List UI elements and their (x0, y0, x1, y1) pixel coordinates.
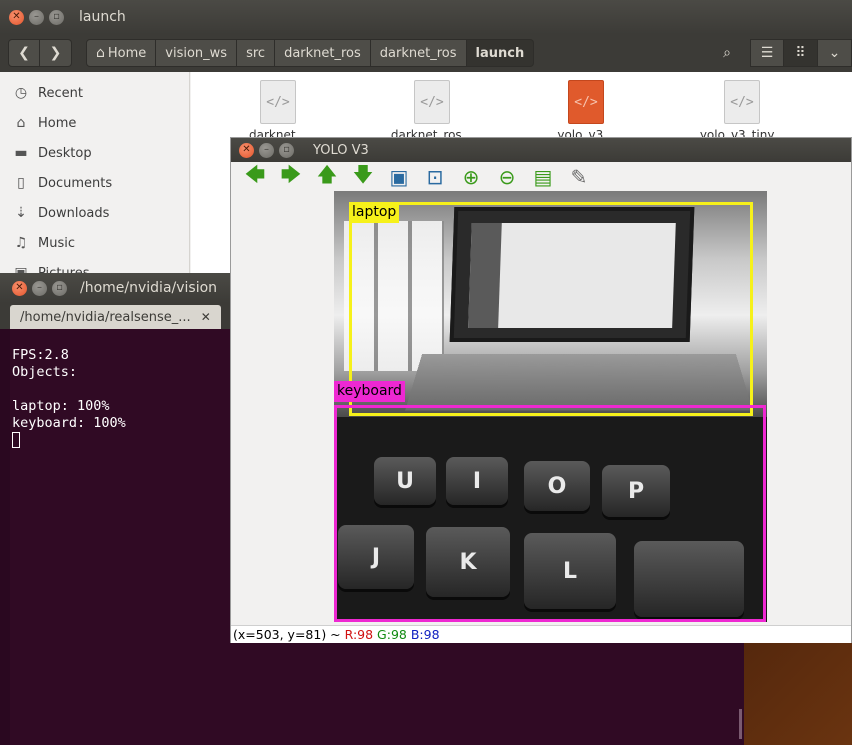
forward-button[interactable]: ❯ (40, 39, 72, 67)
chevron-left-icon: ❮ (18, 45, 30, 61)
zoom-in-icon[interactable]: ⊕ (453, 164, 489, 190)
file-item[interactable]: </> yolo_v3_tiny... (682, 80, 802, 142)
minimize-window-icon[interactable]: – (29, 9, 44, 25)
folder-icon: ▬ (14, 145, 28, 161)
code-file-icon: </> (414, 80, 450, 124)
pixel-status-bar: (x=503, y=81) ~ R:98 G:98 B:98 (231, 625, 851, 643)
terminal-scrollbar[interactable] (739, 709, 742, 739)
save-icon[interactable]: ▤ (525, 164, 561, 190)
breadcrumb-darknet-ros-1[interactable]: darknet_ros (275, 39, 371, 67)
maximize-window-icon[interactable]: ▫ (52, 280, 67, 296)
laptop-label: laptop (349, 202, 400, 223)
download-icon: ⇣ (15, 205, 27, 221)
minimize-window-icon[interactable]: – (259, 142, 274, 158)
minimize-window-icon[interactable]: – (32, 280, 47, 296)
arrow-right-icon[interactable]: 🡆 (273, 162, 309, 190)
search-button[interactable]: ⌕ (710, 39, 744, 67)
chevron-down-icon: ⌄ (828, 45, 841, 61)
red-value: R:98 (344, 627, 374, 642)
sidebar-item-desktop[interactable]: ▬ Desktop (0, 138, 189, 168)
yolo-title: YOLO V3 (313, 142, 369, 158)
brush-icon[interactable]: ✎ (561, 164, 597, 190)
list-view-button[interactable]: ☰ (750, 39, 784, 67)
grid-view-icon: ⠿ (795, 45, 806, 61)
breadcrumb-home[interactable]: ⌂ Home (86, 39, 157, 67)
file-manager-titlebar: ✕ – ▫ launch (0, 0, 852, 34)
home-icon: ⌂ (16, 115, 26, 131)
breadcrumb: ⌂ Home vision_ws src darknet_ros darknet_… (86, 39, 535, 67)
keyboard-bounding-box (334, 405, 766, 622)
sidebar-item-documents[interactable]: ▯ Documents (0, 168, 189, 198)
image-icon[interactable]: ▣ (381, 164, 417, 190)
sidebar-item-recent[interactable]: ◷ Recent (0, 78, 189, 108)
file-item[interactable]: </> darknet... (218, 80, 338, 142)
sidebar-item-home[interactable]: ⌂ Home (0, 108, 189, 138)
breadcrumb-launch[interactable]: launch (466, 39, 535, 67)
terminal-cursor (12, 432, 20, 448)
cursor-coords: (x=503, y=81) ~ (233, 627, 341, 642)
green-value: G:98 (377, 627, 407, 642)
code-file-icon: </> (260, 80, 296, 124)
arrow-left-icon[interactable]: 🡄 (237, 162, 273, 190)
terminal-edge (0, 329, 10, 745)
detection-image[interactable]: U I O P J K L laptop keyboard (334, 191, 767, 622)
document-icon: ▯ (17, 175, 25, 191)
zoom-out-icon[interactable]: ⊖ (489, 164, 525, 190)
close-window-icon[interactable]: ✕ (239, 142, 254, 158)
yolo-titlebar: ✕ – ▫ YOLO V3 (231, 138, 851, 162)
sidebar-item-music[interactable]: ♫ Music (0, 228, 189, 258)
terminal-tab[interactable]: /home/nvidia/realsense_... ✕ (10, 305, 221, 329)
file-manager-title: launch (79, 9, 126, 25)
code-file-icon-orange: </> (568, 80, 604, 124)
file-item[interactable]: </> darknet_ros... (372, 80, 492, 142)
grid-view-button[interactable]: ⠿ (784, 39, 818, 67)
blue-value: B:98 (410, 627, 440, 642)
arrow-down-icon[interactable]: 🡇 (345, 162, 381, 190)
breadcrumb-vision-ws[interactable]: vision_ws (156, 39, 238, 67)
search-icon: ⌕ (723, 45, 731, 61)
terminal-title: /home/nvidia/vision (80, 280, 218, 296)
view-options-button[interactable]: ⌄ (818, 39, 852, 67)
close-tab-icon[interactable]: ✕ (201, 310, 211, 324)
back-button[interactable]: ❮ (8, 39, 40, 67)
home-icon: ⌂ (96, 45, 105, 61)
close-window-icon[interactable]: ✕ (9, 9, 24, 25)
image-toolbar: 🡄 🡆 🡅 🡇 ▣ ⊡ ⊕ ⊖ ▤ ✎ (231, 162, 851, 192)
laptop-bounding-box (349, 202, 753, 416)
list-view-icon: ☰ (760, 45, 774, 61)
arrow-up-icon[interactable]: 🡅 (309, 162, 345, 190)
maximize-window-icon[interactable]: ▫ (279, 142, 294, 158)
close-window-icon[interactable]: ✕ (12, 280, 27, 296)
sidebar-item-downloads[interactable]: ⇣ Downloads (0, 198, 189, 228)
yolo-window: ✕ – ▫ YOLO V3 🡄 🡆 🡅 🡇 ▣ ⊡ ⊕ ⊖ ▤ ✎ U I O (230, 137, 852, 643)
clock-icon: ◷ (14, 85, 28, 101)
breadcrumb-src[interactable]: src (237, 39, 276, 67)
toolbar-right: ⌕ ☰ ⠿ ⌄ (710, 34, 852, 72)
chevron-right-icon: ❯ (49, 45, 62, 61)
maximize-window-icon[interactable]: ▫ (49, 9, 64, 25)
breadcrumb-darknet-ros-2[interactable]: darknet_ros (370, 39, 467, 67)
file-item-selected[interactable]: </> yolo_v3... (526, 80, 646, 142)
music-icon: ♫ (14, 235, 28, 251)
keyboard-label: keyboard (334, 381, 405, 402)
code-file-icon: </> (724, 80, 760, 124)
zoom-fit-icon[interactable]: ⊡ (417, 164, 453, 190)
